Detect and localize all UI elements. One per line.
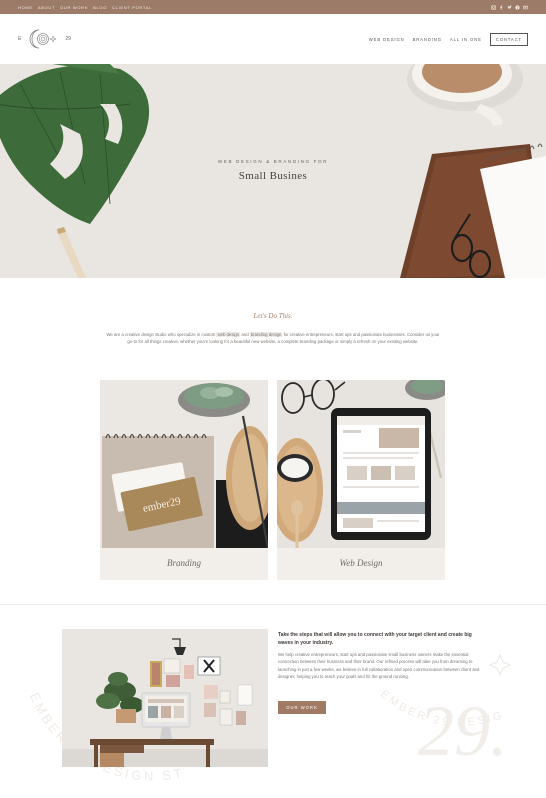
instagram-icon[interactable] [491,4,496,10]
office-photo [62,629,268,767]
branding-card-image: ember29 [100,380,268,548]
top-nav-blog[interactable]: BLOG [93,5,107,10]
main-nav: WEB DESIGN BRANDING ALL IN ONE CONTACT [369,32,528,46]
branding-design-link[interactable]: branding design [249,332,283,337]
watermark-number: 29. [418,691,508,771]
logo-letter: E [18,36,22,42]
intro-paragraph: We are a creative design studio who spec… [105,331,441,346]
site-header: E 29 WEB DESIGN BRANDING ALL IN ONE CONT… [0,14,546,64]
top-nav-about[interactable]: ABOUT [38,5,55,10]
branding-card-label: Branding [166,558,201,568]
pinterest-icon[interactable] [515,4,520,10]
nav-branding[interactable]: BRANDING [413,37,442,42]
hero-overline: WEB DESIGN & BRANDING FOR [217,159,329,164]
top-nav-client-portal[interactable]: CLIENT PORTAL [112,5,152,10]
our-work-button[interactable]: OUR WORK [278,701,326,714]
web-design-link[interactable]: web design [216,332,241,337]
intro-text-part: and [240,332,250,337]
hero-title: Small Busines [238,170,308,182]
moon-logo-icon [29,29,58,49]
web-design-card-label: Web Design [339,558,383,568]
twitter-icon[interactable] [507,5,512,10]
top-nav: HOME ABOUT OUR WORK BLOG CLIENT PORTAL [18,5,152,10]
facebook-icon[interactable] [499,5,504,10]
top-nav-our-work[interactable]: OUR WORK [60,5,88,10]
intro-text-part: We are a creative design studio who spec… [106,332,217,337]
logo-number: 29 [65,36,71,42]
top-nav-home[interactable]: HOME [18,5,33,10]
hero-banner: WEB DESIGN & BRANDING FOR Small Busines [0,64,546,278]
intro-title: Let's Do This. [253,312,293,320]
web-design-card-image [277,380,445,548]
site-logo[interactable]: E 29 [18,28,71,50]
branding-card[interactable]: ember29 Branding [100,380,268,580]
contact-button[interactable]: CONTACT [489,32,528,46]
nav-all-in-one[interactable]: ALL IN ONE [450,37,482,42]
top-bar: HOME ABOUT OUR WORK BLOG CLIENT PORTAL [0,0,546,14]
email-icon[interactable] [523,5,528,10]
web-design-card[interactable]: Web Design [277,380,445,580]
cta-heading: Take the steps that will allow you to co… [278,632,472,646]
cta-body: We help creative entrepreneurs, start up… [278,652,480,679]
social-links [491,4,528,10]
nav-web-design[interactable]: WEB DESIGN [369,37,405,42]
